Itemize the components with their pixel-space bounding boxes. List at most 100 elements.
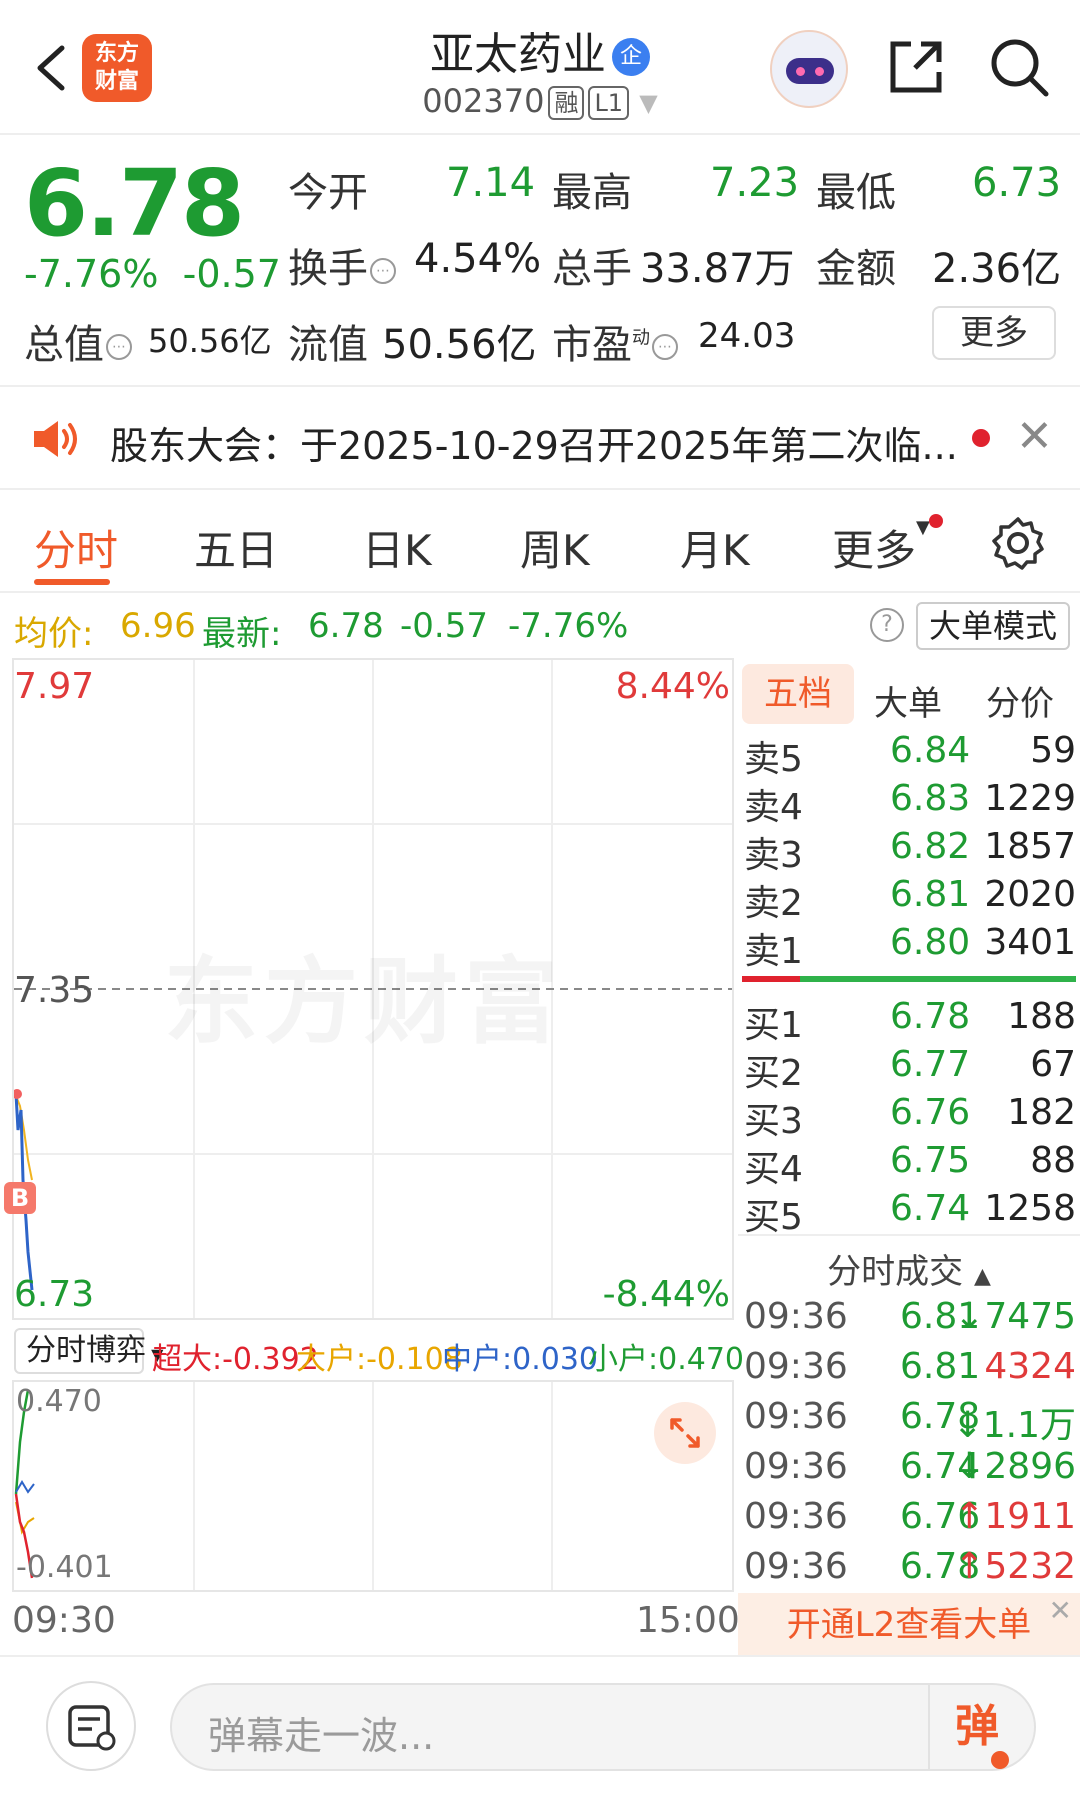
volume-value: 33.87万 <box>640 246 795 292</box>
y-mid-label: 7.35 <box>14 970 95 1011</box>
intraday-chart[interactable]: 东方财富 7.97 7.35 6.73 8.44% -8.44% B <box>4 658 734 1320</box>
tab-daily-k[interactable]: 日K <box>362 517 432 578</box>
info-icon[interactable]: ⋯ <box>370 258 396 284</box>
subchart-canvas <box>14 1382 553 1590</box>
bid-row-3[interactable]: 买3 6.76 182 <box>744 1092 1076 1142</box>
high-value: 7.23 <box>710 160 800 206</box>
low-value: 6.73 <box>972 160 1062 206</box>
large-flow: 大户:-0.108 <box>296 1342 463 1377</box>
settings-gear-icon[interactable] <box>990 515 1046 571</box>
change-amount: -0.57 <box>182 252 281 296</box>
note-button[interactable] <box>46 1681 136 1771</box>
note-settings-icon <box>68 1705 116 1751</box>
trade-row: 09:36 6.81 4324 <box>744 1346 1076 1387</box>
danmu-toggle-button[interactable]: 弹 <box>928 1685 1034 1769</box>
ask-row-2[interactable]: 卖2 6.81 2020 <box>744 874 1076 924</box>
tab-five-level[interactable]: 五档 <box>742 664 854 724</box>
pe-label[interactable]: 市盈动 ⋯ <box>552 312 680 370</box>
float-value: 50.56亿 <box>382 322 537 368</box>
danmu-placeholder: 弹幕走一波... <box>208 1714 435 1758</box>
watermark: 东方财富 <box>164 926 564 1062</box>
notice-text: 股东大会：于2025-10-29召开2025年第二次临... <box>110 424 958 468</box>
current-price: 6.78 <box>24 150 245 257</box>
mktcap-label[interactable]: 总值 ⋯ <box>24 312 134 370</box>
chevron-down-icon: ▼ <box>639 89 658 117</box>
latest-change: -0.57 <box>400 606 488 646</box>
trades-title[interactable]: 分时成交 ▲ <box>738 1244 1080 1293</box>
bid-row-1[interactable]: 买1 6.78 188 <box>744 996 1076 1046</box>
ask-row-1[interactable]: 卖1 6.80 3401 <box>744 922 1076 972</box>
mid-flow: 中户:0.030 <box>442 1342 598 1377</box>
pe-sup: 动 <box>632 327 650 349</box>
help-icon[interactable]: ? <box>870 608 904 642</box>
indicator-bar: 分时博弈 ▼ 超大:-0.392 大户:-0.108 中户:0.030 小户:0… <box>14 1326 744 1378</box>
assistant-robot-icon[interactable] <box>770 30 848 108</box>
trade-row: 09:36 6.76 ↑1911 <box>744 1496 1076 1537</box>
indicator-select[interactable]: 分时博弈 ▼ <box>14 1328 163 1374</box>
x-end-label: 15:00 <box>636 1600 740 1641</box>
new-dot <box>929 514 943 528</box>
avg-value: 6.96 <box>120 606 196 646</box>
mktcap-value: 50.56亿 <box>148 322 272 360</box>
stock-name: 亚太药业 <box>430 29 606 80</box>
float-label: 流值 <box>288 322 368 368</box>
tab-intraday[interactable]: 分时 <box>34 517 118 578</box>
buy-marker[interactable]: B <box>4 1182 36 1214</box>
volume-label: 总手 <box>552 246 632 292</box>
open-label: 今开 <box>288 170 368 216</box>
y-bottom-label: 6.73 <box>14 1274 95 1315</box>
tab-monthly-k[interactable]: 月K <box>680 517 750 578</box>
small-flow: 小户:0.470 <box>588 1342 744 1377</box>
check-icon <box>991 1751 1009 1769</box>
l2-upgrade-banner[interactable]: 开通L2查看大单 ✕ <box>738 1593 1080 1657</box>
notice-banner[interactable]: 股东大会：于2025-10-29召开2025年第二次临... ✕ <box>0 385 1080 490</box>
l2-upgrade-text: 开通L2查看大单 <box>786 1605 1032 1645</box>
danmu-input[interactable]: 弹幕走一波... 弹 <box>170 1683 1036 1771</box>
tab-price-dist[interactable]: 分价 <box>986 676 1054 725</box>
expand-button[interactable] <box>654 1402 716 1464</box>
x-start-label: 09:30 <box>12 1600 116 1641</box>
price-change: -7.76% -0.57 <box>24 252 281 296</box>
search-icon[interactable] <box>988 36 1050 98</box>
turnover-label[interactable]: 换手 ⋯ <box>288 236 398 294</box>
low-label: 最低 <box>816 170 896 216</box>
trade-row: 09:36 6.74 ↓2896 <box>744 1446 1076 1487</box>
latest-value: 6.78 <box>308 606 384 646</box>
latest-percent: -7.76% <box>508 606 629 646</box>
info-icon[interactable]: ⋯ <box>106 334 132 360</box>
chevron-down-icon: ▼ <box>916 517 930 538</box>
close-icon[interactable]: ✕ <box>1016 411 1053 462</box>
bottom-bar: 弹幕走一波... 弹 <box>0 1655 1080 1793</box>
open-value: 7.14 <box>446 160 536 206</box>
chevron-up-icon: ▲ <box>973 1264 991 1289</box>
more-quote-button[interactable]: 更多 <box>932 306 1056 360</box>
sub-top-label: 0.470 <box>16 1384 102 1419</box>
amount-label: 金额 <box>816 246 896 292</box>
ask-row-5[interactable]: 卖5 6.84 59 <box>744 730 1076 780</box>
flow-subchart[interactable]: 0.470 -0.401 <box>12 1380 734 1592</box>
margin-tag: 融 <box>548 86 585 120</box>
bid-row-4[interactable]: 买4 6.75 88 <box>744 1140 1076 1190</box>
bid-row-2[interactable]: 买2 6.77 67 <box>744 1044 1076 1094</box>
sub-bottom-label: -0.401 <box>16 1550 113 1585</box>
info-icon[interactable]: ⋯ <box>652 334 678 360</box>
ask-row-4[interactable]: 卖4 6.83 1229 <box>744 778 1076 828</box>
tab-five-day[interactable]: 五日 <box>194 517 278 578</box>
amount-value: 2.36亿 <box>932 246 1062 292</box>
tab-weekly-k[interactable]: 周K <box>520 517 590 578</box>
tab-more[interactable]: 更多▼ <box>832 517 930 578</box>
tab-large-order[interactable]: 大单 <box>874 676 942 725</box>
stock-code: 002370 <box>422 82 545 120</box>
top-bar: 东方 财富 亚太药业企 002370 融 L1 ▼ <box>0 0 1080 135</box>
divider <box>738 1234 1080 1236</box>
super-large-flow: 超大:-0.392 <box>152 1342 319 1377</box>
bid-row-5[interactable]: 买5 6.74 1258 <box>744 1188 1076 1238</box>
enterprise-badge: 企 <box>612 38 650 76</box>
ask-row-3[interactable]: 卖3 6.82 1857 <box>744 826 1076 876</box>
close-icon[interactable]: ✕ <box>1049 1579 1072 1643</box>
share-icon[interactable] <box>885 36 947 98</box>
large-order-mode-button[interactable]: 大单模式 <box>916 602 1070 650</box>
high-label: 最高 <box>552 170 632 216</box>
active-tab-indicator <box>34 579 110 585</box>
expand-icon <box>670 1418 700 1448</box>
